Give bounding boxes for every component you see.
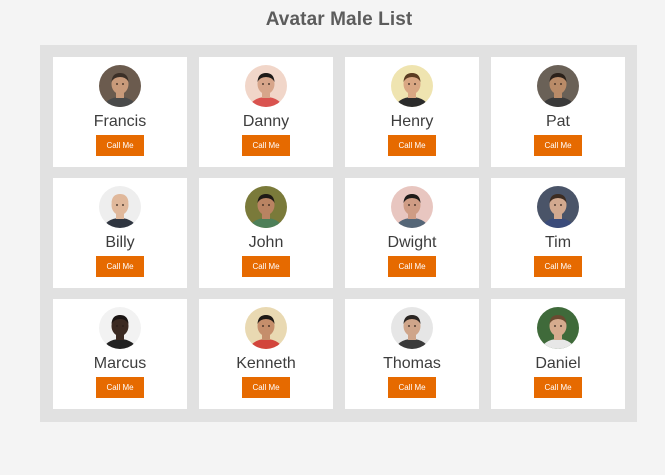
person-photo-icon [99,65,141,107]
avatar-list-panel: Francis Call Me Danny Call Me Henry Call Me Pa… [40,45,637,422]
call-me-button[interactable]: Call Me [96,256,144,277]
call-me-button[interactable]: Call Me [96,377,144,398]
person-photo-icon [537,186,579,228]
person-photo-icon [245,186,287,228]
person-name: Tim [544,234,572,251]
avatar-card: Tim Call Me [491,178,625,288]
person-name: Marcus [93,355,147,372]
call-me-button[interactable]: Call Me [388,377,436,398]
avatar [537,65,579,107]
avatar [391,307,433,349]
avatar [99,65,141,107]
avatar-card: Francis Call Me [53,57,187,167]
person-name: Thomas [383,355,441,372]
person-photo-icon [99,307,141,349]
avatar [245,307,287,349]
person-name: Dwight [387,234,437,251]
avatar [99,186,141,228]
avatar-card: Billy Call Me [53,178,187,288]
person-photo-icon [245,65,287,107]
avatar-card: Marcus Call Me [53,299,187,409]
person-photo-icon [245,307,287,349]
avatar-card: Pat Call Me [491,57,625,167]
person-photo-icon [391,186,433,228]
avatar [99,307,141,349]
call-me-button[interactable]: Call Me [242,256,290,277]
person-name: Henry [390,113,434,130]
avatar-card: Danny Call Me [199,57,333,167]
person-photo-icon [391,307,433,349]
avatar-grid: Francis Call Me Danny Call Me Henry Call Me Pa… [53,57,625,409]
person-name: Pat [545,113,570,130]
call-me-button[interactable]: Call Me [534,135,582,156]
avatar-card: Thomas Call Me [345,299,479,409]
call-me-button[interactable]: Call Me [242,377,290,398]
call-me-button[interactable]: Call Me [534,377,582,398]
call-me-button[interactable]: Call Me [388,256,436,277]
avatar [537,186,579,228]
person-name: Francis [93,113,147,130]
person-name: Daniel [535,355,581,372]
call-me-button[interactable]: Call Me [96,135,144,156]
person-name: Danny [242,113,290,130]
person-photo-icon [537,65,579,107]
avatar-card: Daniel Call Me [491,299,625,409]
person-name: Billy [105,234,135,251]
call-me-button[interactable]: Call Me [534,256,582,277]
person-name: John [248,234,284,251]
page-title: Avatar Male List [265,9,413,30]
call-me-button[interactable]: Call Me [388,135,436,156]
avatar [245,186,287,228]
call-me-button[interactable]: Call Me [242,135,290,156]
page: Avatar Male List Francis Call Me Danny Call… [0,0,665,475]
avatar [391,65,433,107]
avatar-card: Kenneth Call Me [199,299,333,409]
person-photo-icon [391,65,433,107]
avatar-card: John Call Me [199,178,333,288]
avatar-card: Dwight Call Me [345,178,479,288]
avatar [245,65,287,107]
avatar-card: Henry Call Me [345,57,479,167]
avatar [537,307,579,349]
person-name: Kenneth [236,355,296,372]
avatar [391,186,433,228]
person-photo-icon [537,307,579,349]
person-photo-icon [99,186,141,228]
